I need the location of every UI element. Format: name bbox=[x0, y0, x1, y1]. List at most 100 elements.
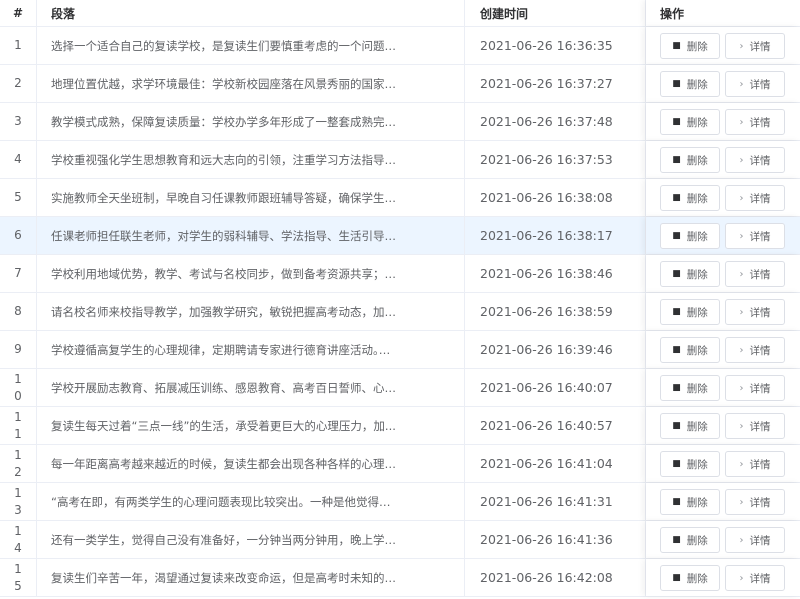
table-row[interactable]: 6 任课老师担任联生老师，对学生的弱科辅导、学法指导、生活引导、... 2021-0… bbox=[0, 217, 800, 255]
table-row[interactable]: 2 地理位置优越，求学环境最佳：学校新校园座落在风景秀丽的国家级... 2021-0… bbox=[0, 65, 800, 103]
detail-button[interactable]: › 详情 bbox=[725, 71, 785, 97]
delete-button[interactable]: ■ 删除 bbox=[660, 375, 720, 401]
row-actions-cell: ■ 删除 › 详情 bbox=[646, 255, 800, 292]
detail-button[interactable]: › 详情 bbox=[725, 223, 785, 249]
row-paragraph-cell: 实施教师全天坐班制，早晚自习任课教师跟班辅导答疑，确保学生疑... bbox=[37, 179, 465, 216]
detail-button[interactable]: › 详情 bbox=[725, 299, 785, 325]
row-index-cell: 4 bbox=[0, 141, 37, 178]
delete-button[interactable]: ■ 删除 bbox=[660, 71, 720, 97]
delete-button[interactable]: ■ 删除 bbox=[660, 299, 720, 325]
delete-button[interactable]: ■ 删除 bbox=[660, 261, 720, 287]
header-actions: 操作 bbox=[646, 0, 800, 26]
delete-button-label: 删除 bbox=[686, 268, 708, 281]
table-row[interactable]: 5 实施教师全天坐班制，早晚自习任课教师跟班辅导答疑，确保学生疑... 2021-0… bbox=[0, 179, 800, 217]
detail-button[interactable]: › 详情 bbox=[725, 337, 785, 363]
chevron-right-icon: › bbox=[739, 344, 744, 356]
row-index: 13 bbox=[14, 485, 22, 517]
detail-button-label: 详情 bbox=[749, 230, 771, 243]
row-paragraph: 每一年距离高考越来越近的时候，复读生都会出现各种各样的心理问... bbox=[51, 456, 401, 471]
chevron-right-icon: › bbox=[739, 268, 744, 280]
delete-button[interactable]: ■ 删除 bbox=[660, 451, 720, 477]
row-paragraph-cell: 学校开展励志教育、拓展减压训练、感恩教育、高考百日誓师、心理... bbox=[37, 369, 465, 406]
delete-button[interactable]: ■ 删除 bbox=[660, 147, 720, 173]
table-row[interactable]: 8 请名校名师来校指导教学，加强教学研究，敏锐把握高考动态，加强... 2021-0… bbox=[0, 293, 800, 331]
row-time-cell: 2021-06-26 16:41:04 bbox=[465, 445, 646, 482]
row-index: 3 bbox=[14, 114, 22, 128]
delete-button-label: 删除 bbox=[686, 230, 708, 243]
table-row[interactable]: 14 还有一类学生，觉得自己没有准备好，一分钟当两分钟用，晚上学习... 2021-… bbox=[0, 521, 800, 559]
table-row[interactable]: 9 学校遵循高复学生的心理规律，定期聘请专家进行德育讲座活动。。... 2021-0… bbox=[0, 331, 800, 369]
detail-button[interactable]: › 详情 bbox=[725, 261, 785, 287]
row-paragraph-cell: 学校重视强化学生思想教育和远大志向的引领，注重学习方法指导和... bbox=[37, 141, 465, 178]
table-row[interactable]: 4 学校重视强化学生思想教育和远大志向的引领，注重学习方法指导和... 2021-0… bbox=[0, 141, 800, 179]
row-paragraph-cell: 每一年距离高考越来越近的时候，复读生都会出现各种各样的心理问... bbox=[37, 445, 465, 482]
table-row[interactable]: 7 学校利用地域优势，教学、考试与名校同步，做到备考资源共享；学... 2021-0… bbox=[0, 255, 800, 293]
detail-button[interactable]: › 详情 bbox=[725, 185, 785, 211]
delete-button-label: 删除 bbox=[686, 40, 708, 53]
trash-icon: ■ bbox=[672, 79, 681, 89]
delete-button[interactable]: ■ 删除 bbox=[660, 33, 720, 59]
delete-button[interactable]: ■ 删除 bbox=[660, 565, 720, 591]
row-created-time: 2021-06-26 16:38:17 bbox=[480, 228, 613, 243]
row-paragraph-cell: 选择一个适合自己的复读学校，是复读生们要慎重考虑的一个问题。... bbox=[37, 27, 465, 64]
row-created-time: 2021-06-26 16:42:08 bbox=[480, 570, 613, 585]
detail-button[interactable]: › 详情 bbox=[725, 451, 785, 477]
row-index: 1 bbox=[14, 38, 22, 52]
delete-button[interactable]: ■ 删除 bbox=[660, 223, 720, 249]
table-row[interactable]: 11 复读生每天过着“三点一线”的生活，承受着更巨大的心理压力，加... 2021-… bbox=[0, 407, 800, 445]
row-index-cell: 8 bbox=[0, 293, 37, 330]
row-created-time: 2021-06-26 16:37:27 bbox=[480, 76, 613, 91]
table-row[interactable]: 15 复读生们辛苦一年，渴望通过复读来改变命运，但是高考时未知的，... 2021-… bbox=[0, 559, 800, 597]
row-actions-cell: ■ 删除 › 详情 bbox=[646, 369, 800, 406]
detail-button[interactable]: › 详情 bbox=[725, 147, 785, 173]
trash-icon: ■ bbox=[672, 41, 681, 51]
chevron-right-icon: › bbox=[739, 306, 744, 318]
table-row[interactable]: 10 学校开展励志教育、拓展减压训练、感恩教育、高考百日誓师、心理... 2021-… bbox=[0, 369, 800, 407]
delete-button[interactable]: ■ 删除 bbox=[660, 185, 720, 211]
table-row[interactable]: 12 每一年距离高考越来越近的时候，复读生都会出现各种各样的心理问... 2021-… bbox=[0, 445, 800, 483]
delete-button-label: 删除 bbox=[686, 496, 708, 509]
detail-button[interactable]: › 详情 bbox=[725, 565, 785, 591]
row-index: 2 bbox=[14, 76, 22, 90]
row-index: 5 bbox=[14, 190, 22, 204]
chevron-right-icon: › bbox=[739, 78, 744, 90]
row-paragraph: 任课老师担任联生老师，对学生的弱科辅导、学法指导、生活引导、... bbox=[51, 228, 401, 243]
chevron-right-icon: › bbox=[739, 382, 744, 394]
row-index: 10 bbox=[14, 371, 22, 403]
chevron-right-icon: › bbox=[739, 192, 744, 204]
table-row[interactable]: 13 “高考在即，有两类学生的心理问题表现比较突出。一种是他觉得自... 2021-… bbox=[0, 483, 800, 521]
row-index: 11 bbox=[14, 409, 22, 441]
row-paragraph-cell: 任课老师担任联生老师，对学生的弱科辅导、学法指导、生活引导、... bbox=[37, 217, 465, 254]
row-paragraph-cell: 复读生们辛苦一年，渴望通过复读来改变命运，但是高考时未知的，... bbox=[37, 559, 465, 596]
row-paragraph-cell: 学校利用地域优势，教学、考试与名校同步，做到备考资源共享；学... bbox=[37, 255, 465, 292]
delete-button-label: 删除 bbox=[686, 116, 708, 129]
table-row[interactable]: 3 教学模式成熟，保障复读质量：学校办学多年形成了一整套成熟完备... 2021-0… bbox=[0, 103, 800, 141]
detail-button[interactable]: › 详情 bbox=[725, 489, 785, 515]
delete-button[interactable]: ■ 删除 bbox=[660, 109, 720, 135]
delete-button-label: 删除 bbox=[686, 306, 708, 319]
delete-button[interactable]: ■ 删除 bbox=[660, 527, 720, 553]
row-time-cell: 2021-06-26 16:37:53 bbox=[465, 141, 646, 178]
detail-button[interactable]: › 详情 bbox=[725, 33, 785, 59]
detail-button[interactable]: › 详情 bbox=[725, 413, 785, 439]
row-paragraph-cell: 请名校名师来校指导教学，加强教学研究，敏锐把握高考动态，加强... bbox=[37, 293, 465, 330]
row-created-time: 2021-06-26 16:37:53 bbox=[480, 152, 613, 167]
row-created-time: 2021-06-26 16:38:59 bbox=[480, 304, 613, 319]
row-paragraph: 复读生每天过着“三点一线”的生活，承受着更巨大的心理压力，加... bbox=[51, 418, 396, 433]
table-row[interactable]: 1 选择一个适合自己的复读学校，是复读生们要慎重考虑的一个问题。... 2021-0… bbox=[0, 27, 800, 65]
row-paragraph-cell: 还有一类学生，觉得自己没有准备好，一分钟当两分钟用，晚上学习... bbox=[37, 521, 465, 558]
row-time-cell: 2021-06-26 16:40:57 bbox=[465, 407, 646, 444]
detail-button[interactable]: › 详情 bbox=[725, 109, 785, 135]
detail-button-label: 详情 bbox=[749, 572, 771, 585]
paragraph-table: # 段落 创建时间 操作 1 选择一个适合自己的复读学校，是复读生们要慎重考虑的一… bbox=[0, 0, 800, 599]
row-actions-cell: ■ 删除 › 详情 bbox=[646, 217, 800, 254]
delete-button[interactable]: ■ 删除 bbox=[660, 413, 720, 439]
row-time-cell: 2021-06-26 16:38:59 bbox=[465, 293, 646, 330]
detail-button[interactable]: › 详情 bbox=[725, 375, 785, 401]
detail-button[interactable]: › 详情 bbox=[725, 527, 785, 553]
row-actions-cell: ■ 删除 › 详情 bbox=[646, 483, 800, 520]
table-header: # 段落 创建时间 操作 bbox=[0, 0, 800, 27]
chevron-right-icon: › bbox=[739, 116, 744, 128]
delete-button[interactable]: ■ 删除 bbox=[660, 337, 720, 363]
delete-button[interactable]: ■ 删除 bbox=[660, 489, 720, 515]
